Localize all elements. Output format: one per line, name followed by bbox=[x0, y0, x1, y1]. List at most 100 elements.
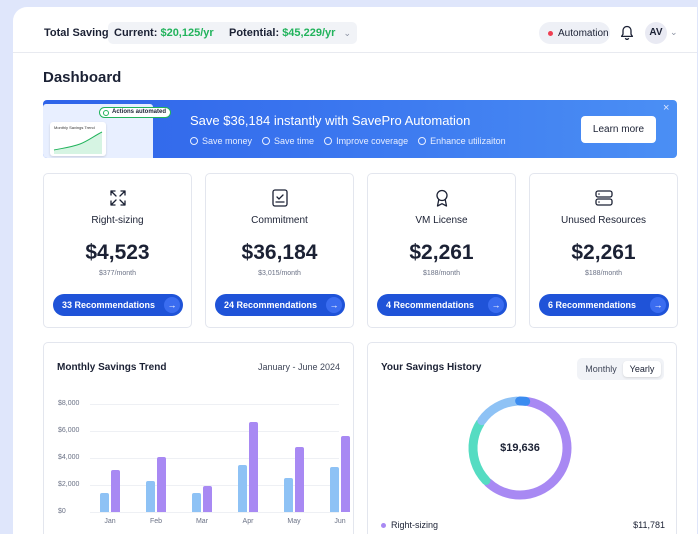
bar[interactable] bbox=[146, 480, 155, 512]
feature-label: Enhance utilizaiton bbox=[430, 136, 506, 146]
card-amount: $4,523 bbox=[85, 241, 150, 264]
card-amount: $36,184 bbox=[241, 241, 318, 264]
feature-label: Save time bbox=[274, 136, 315, 146]
document-check-icon bbox=[272, 189, 288, 207]
x-tick-label: Jan bbox=[104, 518, 116, 525]
arrow-right-icon: → bbox=[488, 297, 504, 313]
card-commitment: Commitment $36,184 $3,015/month 24 Recom… bbox=[205, 173, 354, 328]
check-circle-icon bbox=[324, 137, 333, 145]
close-icon[interactable]: × bbox=[663, 102, 669, 114]
card-monthly: $3,015/month bbox=[258, 270, 301, 277]
bar[interactable] bbox=[192, 493, 201, 512]
legend-value: $11,781 bbox=[633, 520, 665, 530]
recommendations-button[interactable]: 24 Recommendations → bbox=[215, 294, 345, 316]
resize-arrows-icon bbox=[110, 190, 126, 206]
legend-dot-icon bbox=[381, 523, 386, 528]
x-tick-label: Jun bbox=[334, 518, 346, 525]
check-circle-icon bbox=[418, 137, 427, 145]
bar[interactable] bbox=[157, 456, 166, 512]
arrow-right-icon: → bbox=[164, 297, 180, 313]
banner-features: Save money Save time Improve coverage En… bbox=[190, 136, 516, 146]
recommendations-label: 24 Recommendations bbox=[224, 300, 318, 310]
card-monthly: $188/month bbox=[585, 270, 622, 277]
feature-item: Save time bbox=[262, 136, 314, 146]
recommendations-label: 33 Recommendations bbox=[62, 300, 156, 310]
toggle-yearly[interactable]: Yearly bbox=[623, 361, 661, 377]
automation-label: Automation bbox=[558, 28, 609, 39]
card-monthly: $377/month bbox=[99, 270, 136, 277]
card-monthly: $188/month bbox=[423, 270, 460, 277]
check-circle-icon bbox=[190, 137, 198, 145]
y-tick-label: $2,000 bbox=[58, 481, 80, 488]
current-label: Current: bbox=[114, 27, 158, 39]
thumbnail-chart-card: Monthly Savings Trend bbox=[50, 122, 106, 156]
recommendations-label: 4 Recommendations bbox=[386, 300, 475, 310]
card-title: Right-sizing bbox=[91, 215, 144, 226]
avatar[interactable]: AV bbox=[645, 22, 667, 44]
card-amount: $2,261 bbox=[409, 241, 474, 264]
automation-banner: Monthly Savings Trend Actions automated … bbox=[43, 100, 677, 158]
recommendations-button[interactable]: 33 Recommendations → bbox=[53, 294, 183, 316]
chevron-down-icon[interactable]: ⌄ bbox=[670, 27, 678, 38]
bar[interactable] bbox=[249, 421, 258, 512]
recommendations-button[interactable]: 6 Recommendations → bbox=[539, 294, 669, 316]
card-title: Unused Resources bbox=[560, 215, 647, 226]
toggle-monthly[interactable]: Monthly bbox=[580, 361, 622, 377]
current-savings-dropdown[interactable]: Current: $20,125/yr ⌄ bbox=[108, 22, 236, 44]
panel-title: Monthly Savings Trend bbox=[57, 362, 167, 373]
savings-history-panel: Your Savings History Monthly Yearly $19,… bbox=[367, 342, 677, 534]
actions-automated-badge: Actions automated bbox=[99, 107, 172, 118]
x-tick-label: Feb bbox=[149, 518, 163, 525]
monthly-savings-trend-panel: Monthly Savings Trend January - June 202… bbox=[43, 342, 354, 534]
potential-savings-dropdown[interactable]: Potential: $45,229/yr ⌄ bbox=[223, 22, 358, 44]
banner-title: Save $36,184 instantly with SavePro Auto… bbox=[190, 113, 471, 128]
feature-item: Improve coverage bbox=[324, 136, 408, 146]
potential-label: Potential: bbox=[229, 27, 280, 39]
legend-label: Right-sizing bbox=[391, 520, 439, 530]
card-vm-license: VM License $2,261 $188/month 4 Recommend… bbox=[367, 173, 516, 328]
card-right-sizing: Right-sizing $4,523 $377/month 33 Recomm… bbox=[43, 173, 192, 328]
x-tick-label: Apr bbox=[242, 518, 254, 525]
status-dot-icon bbox=[548, 31, 553, 36]
period-toggle: Monthly Yearly bbox=[577, 358, 664, 380]
arrow-right-icon: → bbox=[326, 297, 342, 313]
bar[interactable] bbox=[295, 447, 304, 512]
bar[interactable] bbox=[341, 436, 350, 512]
bar[interactable] bbox=[203, 486, 212, 512]
bar[interactable] bbox=[100, 493, 109, 512]
y-tick-label: $0 bbox=[58, 508, 66, 515]
bell-icon[interactable] bbox=[620, 25, 634, 41]
x-tick-label: Mar bbox=[195, 518, 209, 525]
bar[interactable] bbox=[284, 478, 293, 512]
bar[interactable] bbox=[330, 467, 339, 512]
top-bar: Total Savings Current: $20,125/yr ⌄ Pote… bbox=[13, 7, 697, 53]
award-ribbon-icon bbox=[436, 189, 448, 207]
bar[interactable] bbox=[238, 464, 247, 512]
recommendations-label: 6 Recommendations bbox=[548, 300, 637, 310]
current-value: $20,125/yr bbox=[160, 27, 214, 39]
total-savings-label: Total Savings bbox=[44, 27, 115, 39]
x-tick-label: May bbox=[287, 518, 301, 525]
feature-label: Save money bbox=[202, 136, 253, 146]
server-icon bbox=[595, 190, 613, 206]
arrow-right-icon: → bbox=[650, 297, 666, 313]
panel-title: Your Savings History bbox=[381, 362, 482, 373]
donut-total: $19,636 bbox=[500, 442, 540, 454]
card-unused-resources: Unused Resources $2,261 $188/month 6 Rec… bbox=[529, 173, 678, 328]
thumbnail-line-chart bbox=[53, 131, 103, 154]
recommendations-button[interactable]: 4 Recommendations → bbox=[377, 294, 507, 316]
y-tick-label: $4,000 bbox=[58, 454, 80, 461]
feature-item: Save money bbox=[190, 136, 252, 146]
bar[interactable] bbox=[111, 470, 120, 512]
feature-label: Improve coverage bbox=[336, 136, 409, 146]
card-amount: $2,261 bbox=[571, 241, 636, 264]
automation-button[interactable]: Automation bbox=[539, 22, 610, 44]
learn-more-button[interactable]: Learn more bbox=[581, 116, 656, 143]
card-title: Commitment bbox=[251, 215, 308, 226]
feature-item: Enhance utilizaiton bbox=[418, 136, 506, 146]
check-circle-icon bbox=[103, 110, 109, 116]
card-title: VM License bbox=[415, 215, 468, 226]
gridline bbox=[90, 512, 339, 513]
app-window: Total Savings Current: $20,125/yr ⌄ Pote… bbox=[13, 7, 697, 534]
potential-value: $45,229/yr bbox=[282, 27, 336, 39]
